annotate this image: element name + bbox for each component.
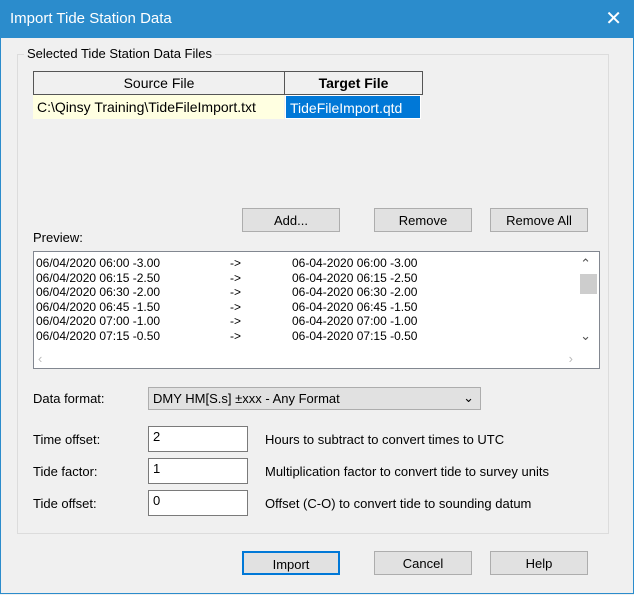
scroll-left-icon[interactable]: ‹ bbox=[38, 351, 42, 366]
remove-all-button[interactable]: Remove All bbox=[490, 208, 588, 232]
remove-button[interactable]: Remove bbox=[374, 208, 472, 232]
field-input[interactable]: 2 bbox=[148, 426, 248, 452]
preview-row-src: 06/04/2020 07:15 -0.50 bbox=[36, 328, 161, 343]
group-label: Selected Tide Station Data Files bbox=[24, 46, 215, 61]
title-bar: Import Tide Station Data ✕ bbox=[0, 0, 634, 38]
header-source-file[interactable]: Source File bbox=[33, 71, 285, 95]
dialog-title: Import Tide Station Data bbox=[10, 10, 172, 27]
field-label: Time offset: bbox=[33, 432, 101, 447]
field-label: Tide factor: bbox=[33, 464, 98, 479]
target-file-cell[interactable]: TideFileImport.qtd bbox=[285, 95, 421, 119]
help-button[interactable]: Help bbox=[490, 551, 588, 575]
cancel-button[interactable]: Cancel bbox=[374, 551, 472, 575]
preview-row-dst: 06-04-2020 07:15 -0.50 bbox=[292, 328, 418, 343]
data-format-label: Data format: bbox=[33, 391, 105, 406]
header-target-file[interactable]: Target File bbox=[284, 71, 423, 95]
close-icon[interactable]: ✕ bbox=[605, 6, 622, 31]
field-description: Hours to subtract to convert times to UT… bbox=[265, 432, 505, 447]
scroll-right-icon[interactable]: › bbox=[569, 351, 573, 366]
data-format-value: DMY HM[S.s] ±xxx - Any Format bbox=[153, 391, 340, 406]
data-format-select[interactable]: DMY HM[S.s] ±xxx - Any Format ⌄ bbox=[148, 387, 481, 410]
vertical-scrollbar-thumb[interactable] bbox=[580, 274, 597, 294]
field-input[interactable]: 1 bbox=[148, 458, 248, 484]
scroll-down-icon[interactable]: ⌄ bbox=[580, 328, 591, 344]
scroll-up-icon[interactable]: ⌃ bbox=[580, 256, 591, 272]
preview-label: Preview: bbox=[33, 230, 83, 245]
source-file-cell[interactable]: C:\Qinsy Training\TideFileImport.txt bbox=[33, 95, 284, 119]
chevron-down-icon: ⌄ bbox=[463, 390, 474, 405]
field-label: Tide offset: bbox=[33, 496, 97, 511]
add-button[interactable]: Add... bbox=[242, 208, 340, 232]
field-input[interactable]: 0 bbox=[148, 490, 248, 516]
preview-row-arrow: -> bbox=[230, 328, 242, 343]
import-button[interactable]: Import bbox=[242, 551, 340, 575]
field-description: Multiplication factor to convert tide to… bbox=[265, 464, 549, 479]
preview-list[interactable]: ⌃ ⌄ ‹ › 06/04/2020 06:00 -3.00 -> 06-04-20… bbox=[33, 251, 600, 369]
field-description: Offset (C-O) to convert tide to sounding… bbox=[265, 496, 532, 511]
